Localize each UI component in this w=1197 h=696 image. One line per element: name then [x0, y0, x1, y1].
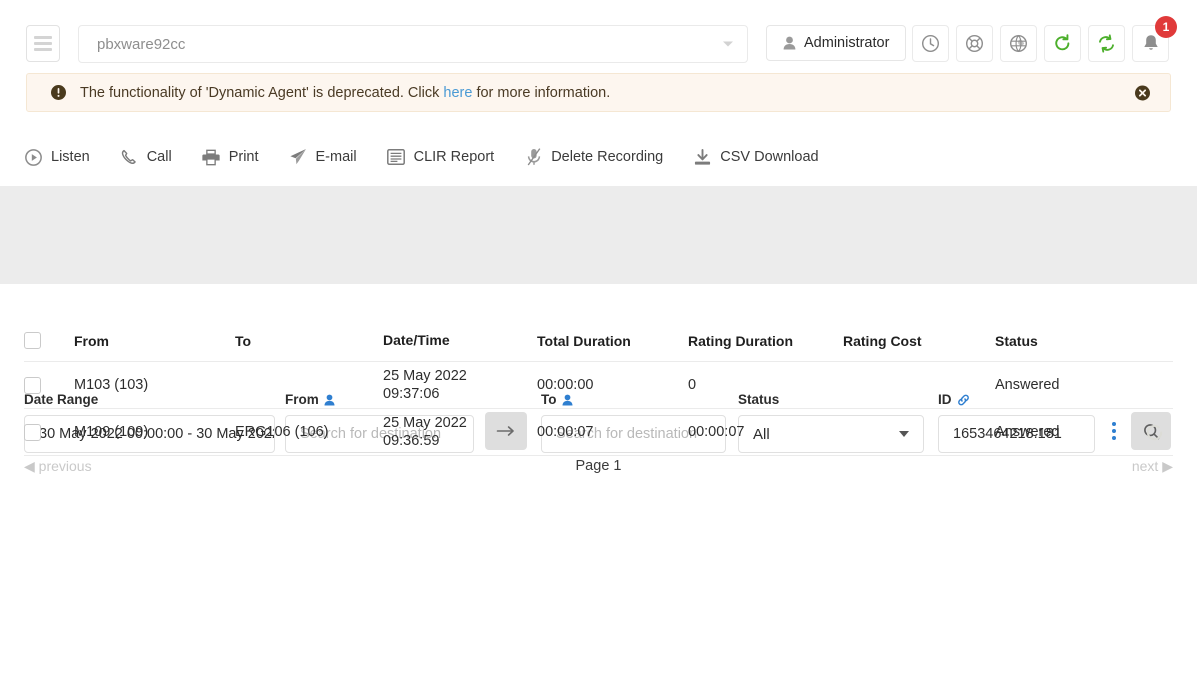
report-list-icon — [387, 149, 406, 165]
csv-download-label: CSV Download — [720, 149, 819, 165]
chevron-down-icon — [723, 41, 733, 47]
clir-report-action[interactable]: CLIR Report — [387, 149, 495, 165]
table-row[interactable]: M103 (103) 25 May 2022 09:37:06 00:00:00… — [24, 362, 1173, 409]
listen-action[interactable]: Listen — [24, 148, 90, 166]
clir-report-label: CLIR Report — [413, 149, 495, 165]
sync-button[interactable] — [1088, 25, 1125, 62]
row-actions[interactable] — [1145, 423, 1176, 442]
hamburger-menu-button[interactable] — [26, 25, 60, 62]
next-arrow-icon: ▶ — [1162, 458, 1173, 474]
reload-button[interactable] — [1044, 25, 1081, 62]
row-select-cell — [24, 423, 74, 441]
row-checkbox[interactable] — [24, 376, 41, 394]
refresh-icon — [1055, 34, 1070, 51]
cell-datetime: 25 May 2022 09:36:59 — [383, 414, 537, 450]
support-button[interactable] — [956, 25, 993, 62]
column-header-rating-cost[interactable]: Rating Cost — [843, 333, 995, 349]
alert-message: The functionality of 'Dynamic Agent' is … — [80, 85, 610, 101]
email-action[interactable]: E-mail — [289, 148, 357, 166]
cell-time: 09:37:06 — [383, 386, 440, 402]
column-header-datetime[interactable]: Date/Time — [383, 332, 537, 350]
call-action[interactable]: Call — [120, 149, 172, 165]
alert-close-button[interactable] — [1135, 85, 1150, 100]
user-icon — [783, 36, 796, 50]
cell-from: M109 (109) — [74, 424, 149, 440]
listen-label: Listen — [51, 149, 90, 165]
cell-to: ERG106 (106) — [235, 424, 329, 440]
paper-plane-icon — [289, 148, 308, 166]
phone-icon — [120, 149, 139, 165]
delete-recording-label: Delete Recording — [551, 149, 664, 165]
cell-time: 09:36:59 — [383, 433, 440, 449]
printer-icon — [202, 149, 221, 166]
cell-status: Answered — [995, 377, 1060, 393]
hamburger-icon-line — [34, 48, 52, 51]
sync-icon — [1099, 34, 1114, 53]
rotate-icon — [1146, 424, 1163, 440]
cell-datetime: 25 May 2022 09:37:06 — [383, 367, 537, 403]
next-label: next — [1131, 458, 1159, 474]
close-circle-icon — [1135, 85, 1150, 100]
top-icon-button-group: 1 — [912, 16, 1177, 62]
cell-rating-duration: 0 — [688, 377, 697, 393]
column-header-status[interactable]: Status — [995, 333, 1145, 349]
table-header-row: From To Date/Time Total Duration Rating … — [24, 320, 1173, 362]
filter-bar: Date Range 30 May 2022 00:00:00 - 30 May… — [0, 186, 1197, 453]
top-bar: pbxware92cc Administrator 1 — [0, 0, 1197, 72]
hamburger-icon-line — [34, 36, 52, 39]
notifications-button[interactable]: 1 — [1132, 16, 1177, 62]
column-header-to[interactable]: To — [235, 333, 383, 349]
alert-text-before: The functionality of 'Dynamic Agent' is … — [80, 84, 444, 101]
download-icon — [693, 148, 712, 166]
life-ring-icon — [965, 34, 984, 53]
print-label: Print — [228, 149, 259, 165]
row-checkbox[interactable] — [24, 423, 41, 441]
exclamation-circle-icon — [51, 85, 66, 100]
call-label: Call — [146, 149, 172, 165]
microphone-slash-icon — [524, 148, 543, 166]
column-header-from[interactable]: From — [74, 333, 235, 349]
host-select-value: pbxware92cc — [97, 35, 186, 53]
admin-button[interactable]: Administrator — [766, 25, 907, 61]
cell-date: 25 May 2022 — [383, 414, 467, 431]
next-page-button[interactable]: next ▶ — [1132, 458, 1173, 475]
action-toolbar: Listen Call Print E-mail CLIR Report Del… — [0, 136, 1197, 178]
csv-download-action[interactable]: CSV Download — [693, 148, 819, 166]
bell-icon — [1143, 35, 1158, 50]
print-action[interactable]: Print — [202, 149, 259, 166]
host-select[interactable]: pbxware92cc — [78, 25, 748, 63]
select-all-cell — [24, 332, 74, 349]
delete-recording-action[interactable]: Delete Recording — [524, 148, 663, 166]
alert-text-after: for more information. — [472, 84, 611, 101]
notification-badge: 1 — [1155, 16, 1177, 38]
hamburger-icon-line — [34, 42, 52, 45]
clock-icon — [921, 34, 940, 53]
cell-total-duration: 00:00:07 — [537, 424, 594, 440]
email-label: E-mail — [315, 149, 357, 165]
cell-status: Answered — [995, 424, 1060, 440]
cell-date: 25 May 2022 — [383, 367, 467, 384]
language-button[interactable] — [1000, 25, 1037, 62]
table-row[interactable]: M109 (109) ERG106 (106) 25 May 2022 09:3… — [24, 409, 1173, 456]
globe-icon — [1009, 34, 1028, 53]
cell-rating-duration: 00:00:07 — [688, 424, 745, 440]
cell-total-duration: 00:00:00 — [537, 377, 594, 393]
column-header-total-duration[interactable]: Total Duration — [537, 333, 688, 349]
pagination: ◀ previous Page 1 next ▶ — [0, 458, 1197, 484]
deprecation-alert: The functionality of 'Dynamic Agent' is … — [26, 73, 1171, 112]
column-header-rating-duration[interactable]: Rating Duration — [688, 333, 843, 349]
cell-from: M103 (103) — [74, 377, 149, 393]
alert-here-link[interactable]: here — [443, 85, 472, 101]
page-indicator: Page 1 — [575, 458, 622, 474]
clock-button[interactable] — [912, 25, 949, 62]
play-circle-icon — [24, 148, 43, 166]
admin-button-label: Administrator — [804, 35, 890, 51]
row-select-cell — [24, 376, 74, 394]
calls-table: From To Date/Time Total Duration Rating … — [24, 320, 1173, 456]
select-all-checkbox[interactable] — [24, 332, 41, 349]
